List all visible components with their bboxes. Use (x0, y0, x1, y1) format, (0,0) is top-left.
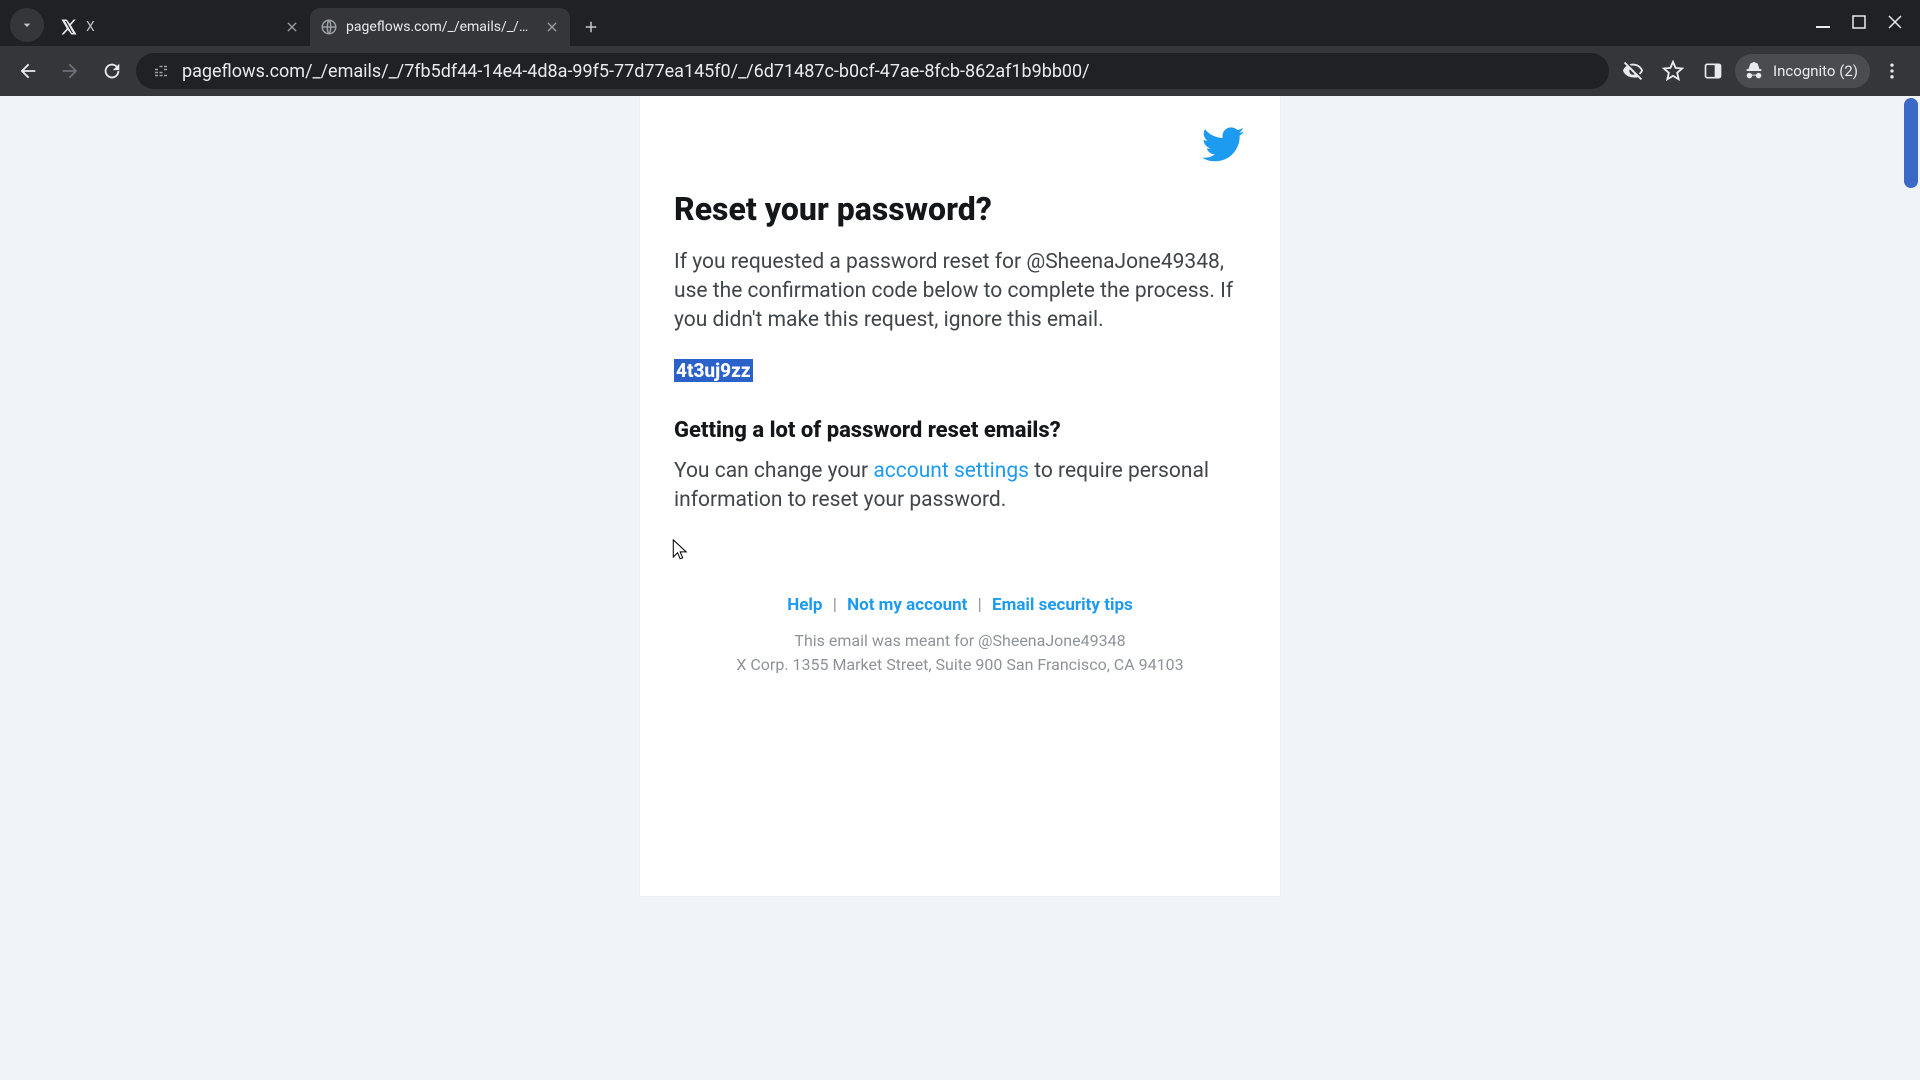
side-panel-button[interactable] (1695, 53, 1731, 89)
incognito-icon (1743, 60, 1765, 82)
close-window-button[interactable] (1888, 14, 1902, 33)
tab-title: X (86, 19, 276, 35)
footer-security-link[interactable]: Email security tips (992, 595, 1133, 615)
footer-not-my-account-link[interactable]: Not my account (847, 595, 967, 615)
page-viewport: Reset your password? If you requested a … (0, 96, 1920, 1080)
footer-address: X Corp. 1355 Market Street, Suite 900 Sa… (674, 653, 1246, 677)
chevron-down-icon (19, 17, 35, 33)
window-controls (1816, 0, 1916, 46)
incognito-chip[interactable]: Incognito (2) (1735, 54, 1870, 88)
arrow-left-icon (17, 60, 39, 82)
tab-pageflows[interactable]: pageflows.com/_/emails/_/7fb5 (310, 8, 570, 46)
email-subheading: Getting a lot of password reset emails? (674, 418, 1246, 443)
footer-help-link[interactable]: Help (787, 595, 822, 615)
account-settings-link[interactable]: account settings (873, 459, 1029, 483)
email-footer: Help | Not my account | Email security t… (674, 595, 1246, 677)
eye-off-icon (1622, 60, 1644, 82)
confirmation-code[interactable]: 4t3uj9zz (674, 359, 753, 382)
email-body: If you requested a password reset for @S… (674, 248, 1246, 335)
arrow-right-icon (59, 60, 81, 82)
tab-x[interactable]: X (50, 8, 310, 46)
eye-off-button[interactable] (1615, 53, 1651, 89)
separator: | (827, 595, 843, 615)
address-bar[interactable]: pageflows.com/_/emails/_/7fb5df44-14e4-4… (136, 53, 1609, 89)
x-logo-icon (60, 18, 78, 36)
star-icon (1662, 60, 1684, 82)
footer-links: Help | Not my account | Email security t… (674, 595, 1246, 615)
back-button[interactable] (10, 53, 46, 89)
kebab-menu-button[interactable] (1874, 53, 1910, 89)
new-tab-button[interactable] (576, 12, 606, 42)
plus-icon (582, 18, 600, 36)
tab-strip: X pageflows.com/_/emails/_/7fb5 (0, 0, 1920, 46)
close-icon[interactable] (544, 19, 560, 35)
footer-meant-for: This email was meant for @SheenaJone4934… (674, 629, 1246, 653)
forward-button[interactable] (52, 53, 88, 89)
incognito-label: Incognito (2) (1773, 62, 1858, 80)
panel-icon (1703, 61, 1723, 81)
twitter-bird-icon (1200, 122, 1246, 172)
url-text: pageflows.com/_/emails/_/7fb5df44-14e4-4… (182, 61, 1595, 82)
site-info-icon[interactable] (150, 60, 172, 82)
minimize-button[interactable] (1816, 14, 1830, 33)
settings-text-pre: You can change your (674, 459, 873, 483)
scrollbar-thumb[interactable] (1904, 98, 1918, 188)
tab-search-button[interactable] (10, 8, 44, 42)
maximize-button[interactable] (1852, 14, 1866, 33)
reload-icon (101, 60, 123, 82)
toolbar: pageflows.com/_/emails/_/7fb5df44-14e4-4… (0, 46, 1920, 96)
close-icon[interactable] (284, 19, 300, 35)
email-heading: Reset your password? (674, 190, 1246, 228)
dots-vertical-icon (1882, 61, 1902, 81)
bookmark-button[interactable] (1655, 53, 1691, 89)
email-settings-paragraph: You can change your account settings to … (674, 457, 1246, 515)
email-card: Reset your password? If you requested a … (640, 96, 1280, 896)
reload-button[interactable] (94, 53, 130, 89)
separator: | (972, 595, 988, 615)
globe-icon (320, 18, 338, 36)
tab-title: pageflows.com/_/emails/_/7fb5 (346, 19, 536, 35)
